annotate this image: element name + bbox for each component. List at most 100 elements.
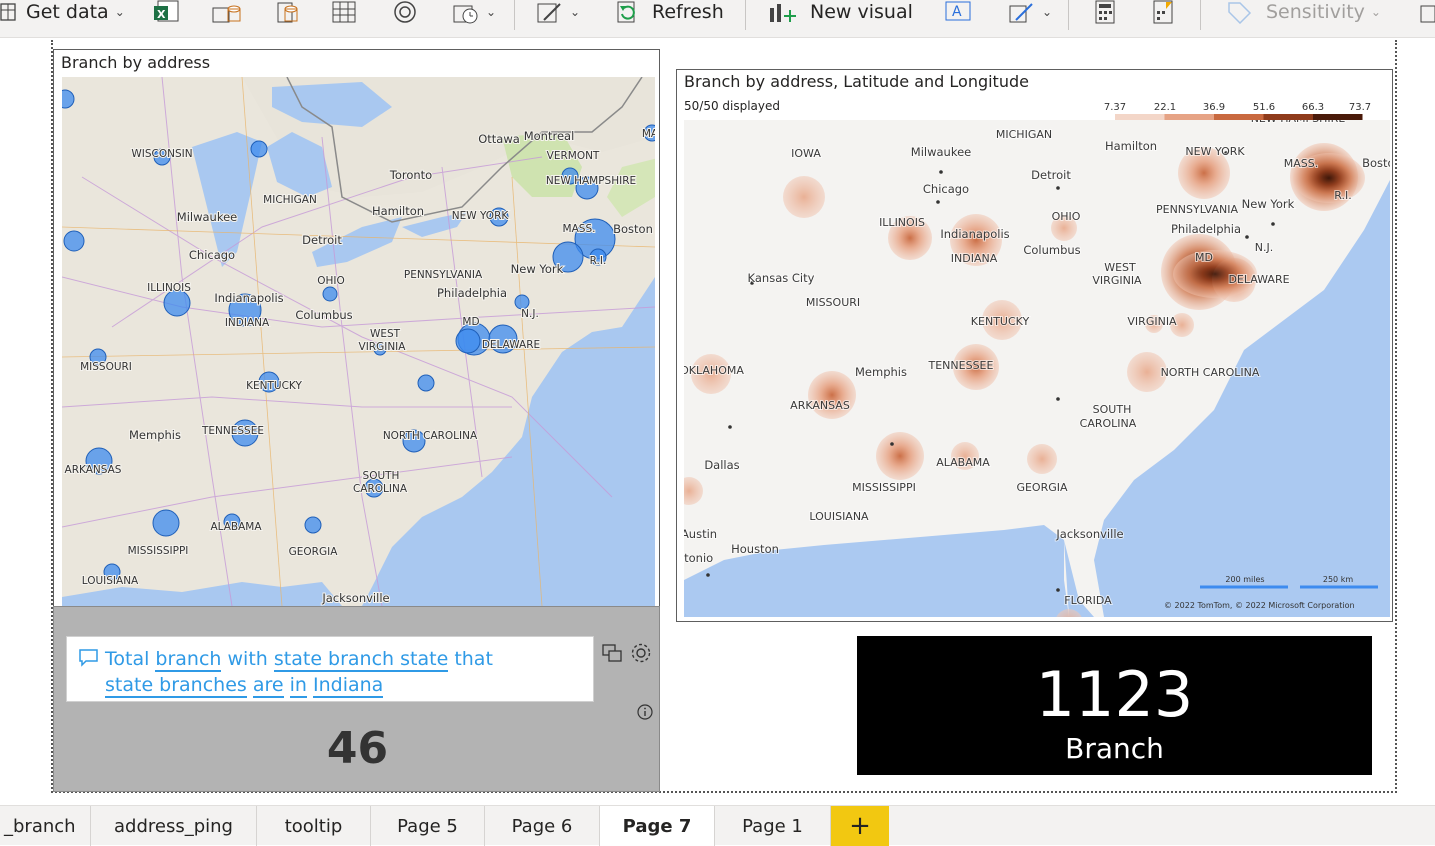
map-label: Memphis (129, 428, 181, 442)
branch-bubble[interactable] (304, 516, 322, 534)
city-dot (728, 425, 732, 429)
map-label: MA (642, 128, 655, 140)
tab-page-7[interactable]: Page 7 (600, 806, 715, 846)
comment-icon (79, 649, 98, 667)
qa-term[interactable]: in (289, 674, 307, 698)
map-label: Hamilton (372, 204, 424, 218)
database-icon (212, 5, 241, 23)
ribbon: Get data ⌄ X ⌄ ⌄ Refresh New visual A ⌄ (0, 0, 1435, 38)
card-value: 1123 (1035, 658, 1194, 731)
map-label: Houston (731, 542, 779, 556)
map-label: Columbus (295, 308, 352, 322)
tab-page-5[interactable]: Page 5 (371, 806, 485, 846)
map-label: Milwaukee (177, 210, 237, 224)
transform-data-button[interactable]: ⌄ (536, 0, 580, 24)
excel-icon: X (154, 0, 179, 22)
new-measure-button[interactable] (1094, 0, 1118, 24)
tab-branch[interactable]: _branch (0, 806, 91, 846)
recent-sources-button[interactable]: ⌄ (452, 0, 496, 24)
map-label: MISSOURI (806, 296, 860, 309)
branch-bubble[interactable] (417, 374, 435, 392)
pencil-table-icon (537, 3, 561, 23)
city-dot (1245, 235, 1249, 239)
tab-page-6[interactable]: Page 6 (485, 806, 600, 846)
table-icon (0, 3, 16, 21)
map-label: Indianapolis (940, 227, 1009, 241)
city-dot (1056, 397, 1060, 401)
page-tabs: _branch address_ping tooltip Page 5 Page… (0, 805, 1435, 846)
turn-into-visual-icon[interactable] (601, 642, 625, 664)
refresh-icon (617, 1, 635, 23)
map-label: R.I. (590, 255, 607, 267)
branch-heat-map[interactable]: Branch by address, Latitude and Longitud… (676, 69, 1393, 622)
get-data-button[interactable]: Get data ⌄ (0, 0, 125, 24)
dataverse-button[interactable] (212, 0, 242, 24)
info-icon[interactable] (637, 704, 655, 722)
map-area[interactable]: WISCONSIN MICHIGAN Milwaukee Chicago Detroit… (62, 77, 655, 606)
map-label: LOUISIANA (809, 510, 869, 523)
city-dot (1056, 588, 1060, 592)
grid-icon (332, 1, 356, 23)
enter-data-button[interactable] (331, 0, 359, 24)
sql-button[interactable] (275, 0, 301, 24)
map-label: VIRGINIA (1127, 315, 1177, 328)
qa-term[interactable]: state branch state (273, 648, 449, 672)
map-label: Austin (684, 527, 717, 541)
tab-page-1[interactable]: Page 1 (715, 806, 831, 846)
map-label: ILLINOIS (147, 282, 191, 294)
map-label: MASS. (563, 223, 596, 235)
sensitivity-label: Sensitivity (1266, 1, 1365, 23)
map-label: GEORGIA (289, 546, 339, 558)
visual-title: Branch by address, Latitude and Longitud… (684, 72, 1029, 91)
map-svg[interactable]: WISCONSIN MICHIGAN Milwaukee Chicago Detroit… (62, 77, 655, 606)
qa-answer-value: 46 (326, 723, 389, 774)
excel-button[interactable]: X (154, 0, 180, 24)
qa-visual[interactable]: Total branch with state branch state tha… (53, 606, 660, 792)
chevron-down-icon: ⌄ (114, 5, 125, 19)
branch-bubble[interactable] (152, 509, 180, 537)
qa-term[interactable]: branch (155, 648, 222, 672)
branch-bubble[interactable] (322, 286, 338, 302)
add-page-button[interactable]: + (831, 806, 889, 846)
chevron-down-icon: ⌄ (1042, 5, 1053, 19)
new-visual-button[interactable]: New visual (768, 0, 913, 24)
refresh-button[interactable]: Refresh (614, 0, 724, 24)
text-box-button[interactable]: A (944, 0, 974, 24)
map-label: Montreal (524, 129, 575, 143)
qa-term[interactable]: state branches (105, 674, 247, 698)
branch-by-address-map[interactable]: Branch by address WISCONSIN MICHIGAN Mil… (53, 49, 660, 607)
publish-icon (1420, 5, 1435, 23)
qa-question-text[interactable]: Total branch with state branch state tha… (105, 646, 575, 698)
sensitivity-button[interactable]: Sensitivity ⌄ (1226, 0, 1381, 24)
map-label: NORTH CAROLINA (1161, 366, 1260, 379)
branch-bubble[interactable] (63, 230, 85, 252)
plus-icon: + (849, 811, 871, 841)
dataverse-swirl-button[interactable] (392, 0, 420, 24)
map-label: MISSISSIPPI (852, 481, 916, 494)
map-label: Detroit (302, 233, 342, 247)
settings-gear-icon[interactable] (629, 641, 653, 665)
qa-term[interactable]: are (252, 674, 284, 698)
quick-measure-button[interactable] (1152, 0, 1176, 24)
map-label: KENTUCKY (971, 315, 1030, 328)
new-visual-icon (770, 4, 796, 22)
heat-map-area[interactable]: MICHIGAN IOWA Milwaukee Hamilton NEW YORK Bos… (684, 120, 1390, 617)
map-label: Hamilton (1105, 139, 1157, 153)
branch-bubble[interactable] (455, 328, 481, 354)
chevron-down-icon: ⌄ (570, 5, 581, 19)
heat-map-svg[interactable]: MICHIGAN IOWA Milwaukee Hamilton NEW YORK Bos… (684, 120, 1390, 617)
branch-bubble[interactable] (514, 294, 530, 310)
qa-term[interactable]: Indiana (313, 674, 384, 698)
tab-address-ping[interactable]: address_ping (91, 806, 257, 846)
qa-question-box[interactable]: Total branch with state branch state tha… (66, 636, 594, 702)
map-label: Jacksonville (1055, 527, 1123, 541)
publish-button[interactable] (1418, 0, 1435, 24)
tab-tooltip[interactable]: tooltip (257, 806, 371, 846)
legend-tick: 51.6 (1253, 102, 1275, 113)
qa-word: with (227, 648, 268, 670)
branch-bubble[interactable] (250, 140, 268, 158)
map-label: MASS. (1284, 157, 1318, 170)
chevron-down-icon: ⌄ (1370, 5, 1381, 19)
branch-count-card[interactable]: 1123 Branch (857, 636, 1372, 775)
more-visuals-button[interactable]: ⌄ (1008, 0, 1052, 24)
